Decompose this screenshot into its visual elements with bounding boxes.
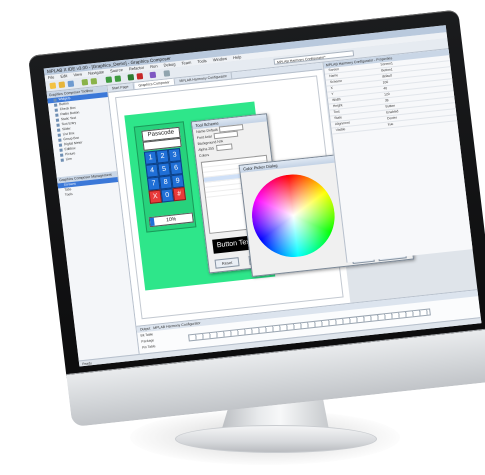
open-folder-icon[interactable] [58, 81, 66, 89]
run-icon[interactable] [127, 73, 135, 81]
radio-widget-icon [55, 113, 59, 117]
build-icon[interactable] [105, 76, 113, 84]
line-widget-icon [60, 158, 64, 162]
save-icon[interactable] [67, 80, 75, 88]
progress-label: 10% [165, 216, 177, 224]
ide-screen: MPLAB X IDE v3.00 - [Graphics_Demo] - Gr… [43, 25, 482, 367]
color-wheel[interactable] [247, 170, 340, 262]
text-widget-icon [55, 118, 60, 122]
scheme-colors-label: Colors [198, 152, 210, 159]
meter-widget-icon [58, 143, 63, 147]
reset-button[interactable]: Reset [214, 257, 240, 269]
new-project-icon[interactable] [49, 82, 57, 90]
checkbox-widget-icon [54, 108, 58, 112]
settings-icon[interactable] [163, 70, 171, 77]
key-enter[interactable]: # [172, 186, 187, 202]
monitor-scene: MPLAB X IDE v3.00 - [Graphics_Demo] - Gr… [0, 0, 485, 475]
menu-file[interactable]: File [48, 74, 55, 80]
menu-edit[interactable]: Edit [60, 73, 68, 79]
menu-view[interactable]: View [73, 71, 82, 77]
menu-help[interactable]: Help [233, 54, 242, 60]
folder-icon [53, 98, 57, 102]
text-entry-widget-icon [56, 123, 60, 127]
menu-run[interactable]: Run [150, 63, 158, 69]
program-device-icon[interactable] [149, 71, 157, 79]
progress-bar: 10% [148, 212, 194, 228]
debug-icon[interactable] [136, 73, 144, 80]
editbox-widget-icon [59, 148, 63, 152]
listbox-widget-icon [57, 133, 61, 137]
clean-build-icon[interactable] [114, 75, 122, 83]
picture-widget-icon [59, 153, 64, 157]
slider-widget-icon [56, 128, 61, 132]
undo-icon[interactable] [81, 78, 89, 86]
monitor-stand-base [175, 425, 377, 453]
groupbox-widget-icon [58, 138, 62, 142]
tab-start-page[interactable]: Start Page [107, 83, 134, 92]
redo-icon[interactable] [90, 77, 98, 85]
composer-editor: Start Page Graphics Composer MPLAB Harmo… [107, 62, 415, 326]
properties-panel: MPLAB Harmony Configurator - Properties … [322, 48, 474, 263]
button-widget-icon [53, 103, 58, 107]
monitor: MPLAB X IDE v3.00 - [Graphics_Demo] - Gr… [28, 8, 485, 428]
